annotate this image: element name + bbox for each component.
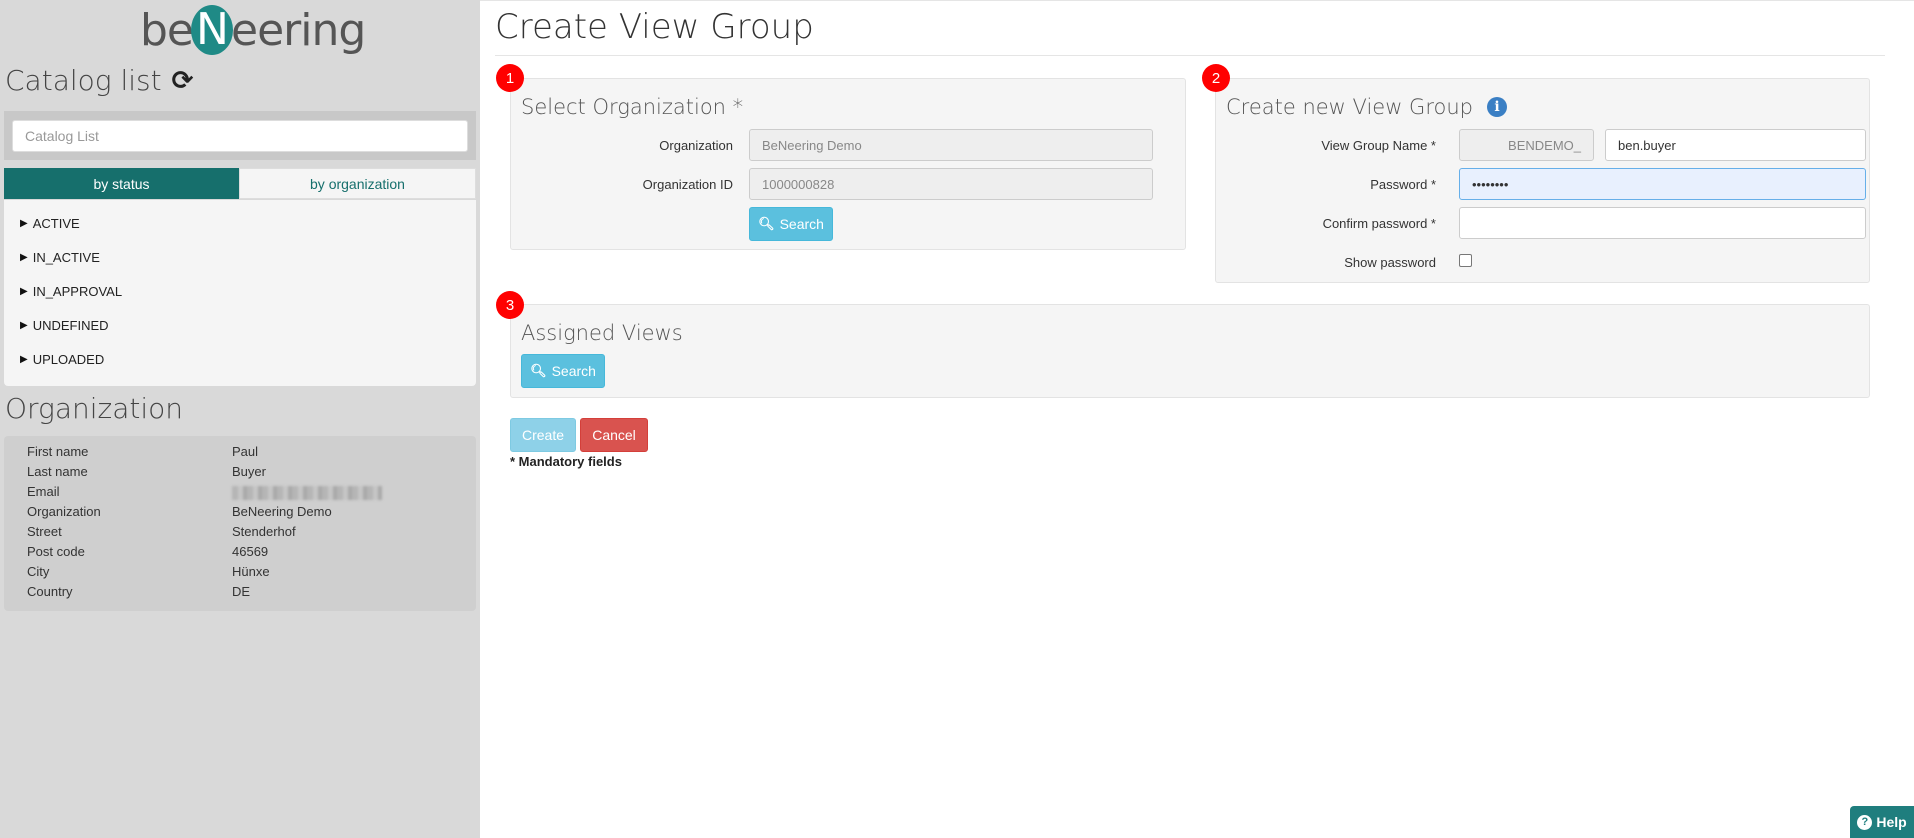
show-password-checkbox[interactable] [1459,254,1472,267]
mandatory-fields-note: * Mandatory fields [510,454,622,469]
password-input[interactable]: •••••••• [1459,168,1866,200]
status-item-label: ACTIVE [32,215,80,231]
status-item-active[interactable]: ▶ ACTIVE [4,206,476,240]
view-group-name-label: View Group Name * [1321,138,1436,153]
main-content: Create View Group Select Organization * … [480,0,1914,838]
caret-right-icon: ▶ [20,217,28,229]
catalog-list-title-text: Catalog list [5,64,162,97]
organization-title: Organization [5,392,184,425]
status-item-label: UPLOADED [32,351,105,367]
tab-by-organization[interactable]: by organization [239,168,476,199]
assigned-views-panel: Assigned Views 🔍︎ Search [510,304,1870,398]
password-label: Password * [1370,177,1436,192]
status-item-label: UNDEFINED [32,317,109,333]
confirm-password-input[interactable] [1459,207,1866,239]
caret-right-icon: ▶ [20,353,28,365]
help-button[interactable]: ? Help [1850,806,1914,838]
logo-text-pre: be [140,4,194,56]
select-organization-panel: Select Organization * Organization BeNee… [510,78,1186,250]
tab-by-status[interactable]: by status [4,168,239,199]
status-item-in-approval[interactable]: ▶ IN_APPROVAL [4,274,476,308]
catalog-search-wrapper [4,111,476,160]
org-row-city: City Hünxe [27,564,270,579]
title-divider [495,55,1885,56]
org-row-first-name: First name Paul [27,444,259,459]
org-row-post-code: Post code 46569 [27,544,269,559]
caret-right-icon: ▶ [20,251,28,263]
select-organization-heading: Select Organization * [521,95,744,119]
view-group-name-input[interactable]: ben.buyer [1605,129,1866,161]
show-password-label: Show password [1344,255,1436,270]
create-view-group-heading: Create new View Group i [1226,95,1507,119]
step-badge-3: 3 [496,291,524,319]
sidebar: beNeering Catalog list ⟳ by status by or… [0,0,480,838]
assigned-views-search-button[interactable]: 🔍︎ Search [521,354,605,388]
catalog-search-input[interactable] [12,120,468,152]
org-row-email: Email [4,484,476,504]
step-badge-1: 1 [496,64,524,92]
assigned-views-heading: Assigned Views [521,321,683,345]
organization-details: First name Paul Last name Buyer Email Orga… [4,436,476,611]
search-icon: 🔍︎ [758,216,775,231]
org-row-country: Country DE [27,584,251,599]
org-row-street: Street Stenderhof [27,524,296,539]
organization-search-button[interactable]: 🔍︎ Search [749,207,833,241]
status-item-undefined[interactable]: ▶ UNDEFINED [4,308,476,342]
status-item-label: IN_ACTIVE [32,249,100,265]
create-button[interactable]: Create [510,418,576,452]
refresh-icon[interactable]: ⟳ [172,66,194,96]
organization-id-field[interactable]: 1000000828 [749,168,1153,200]
search-icon: 🔍︎ [530,363,547,378]
status-item-in-active[interactable]: ▶ IN_ACTIVE [4,240,476,274]
info-icon[interactable]: i [1486,97,1507,117]
logo-n-circle: N [191,5,233,55]
catalog-tabs: by status by organization [4,168,476,199]
status-item-uploaded[interactable]: ▶ UPLOADED [4,342,476,376]
page-title: Create View Group [495,7,814,47]
caret-right-icon: ▶ [20,285,28,297]
confirm-password-label: Confirm password * [1322,216,1436,231]
organization-label: Organization [659,138,733,153]
catalog-list-title: Catalog list ⟳ [5,64,193,97]
caret-right-icon: ▶ [20,319,28,331]
status-item-label: IN_APPROVAL [32,283,123,299]
cancel-button[interactable]: Cancel [580,418,648,452]
organization-field[interactable]: BeNeering Demo [749,129,1153,161]
org-row-organization: Organization BeNeering Demo [27,504,332,519]
create-view-group-panel: Create new View Group i View Group Name … [1215,78,1870,283]
beneering-logo[interactable]: be Neering [140,2,366,58]
org-row-last-name: Last name Buyer [27,464,266,479]
step-badge-2: 2 [1202,64,1230,92]
organization-id-label: Organization ID [642,177,733,192]
question-icon: ? [1857,814,1873,830]
logo-text-post: eering [231,4,366,56]
email-redacted [232,485,382,500]
view-group-name-prefix: BENDEMO_ [1459,129,1594,161]
status-list: ▶ ACTIVE ▶ IN_ACTIVE ▶ IN_APPROVAL ▶ UNDEFIN… [4,200,476,386]
